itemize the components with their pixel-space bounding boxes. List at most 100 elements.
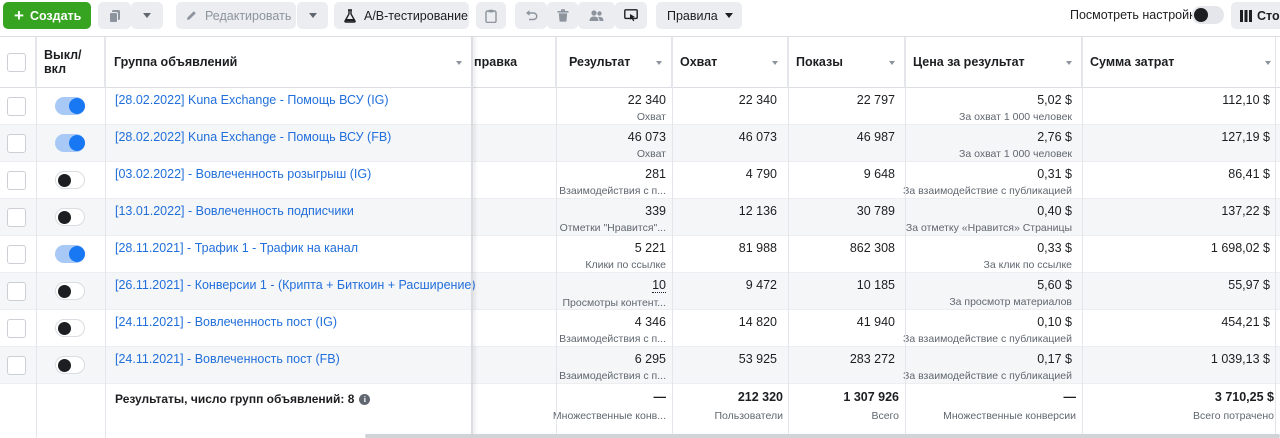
row-checkbox[interactable]: [7, 356, 26, 375]
header-last-edit[interactable]: яя правка: [473, 37, 556, 87]
duplicate-button[interactable]: [98, 2, 131, 29]
edit-dropdown-button[interactable]: [297, 2, 328, 29]
edit-button[interactable]: Редактировать: [176, 2, 296, 29]
table-row[interactable]: [24.11.2021] - Вовлеченность пост (FB) 6 …: [0, 347, 1280, 384]
cost-per-result-cell-value: 0,40 $: [1037, 204, 1072, 218]
impressions-cell-value: 22 797: [856, 93, 895, 107]
reach-cell: 14 820: [739, 315, 777, 329]
toggle-knob: [58, 174, 71, 187]
header-ad-set-name[interactable]: Группа объявлений: [105, 37, 472, 87]
row-checkbox[interactable]: [7, 171, 26, 190]
header-amount-spent[interactable]: Сумма затрат: [1082, 37, 1280, 87]
summary-impressions-cell: 1 307 926 Всего: [843, 390, 899, 422]
result-cell-value: 46 073: [627, 130, 666, 144]
toolbar: + Создать Редактировать A/B-тестирование…: [0, 0, 1280, 36]
select-all-checkbox[interactable]: [7, 52, 26, 72]
result-cell: 339 Отметки "Нравится"...: [560, 204, 666, 234]
header-onoff[interactable]: Выкл/ вкл: [36, 37, 105, 87]
horizontal-scrollbar[interactable]: [365, 434, 1280, 438]
ad-set-name-link[interactable]: [28.02.2022] Kuna Exchange - Помощь ВСУ …: [115, 130, 391, 144]
audience-button[interactable]: [578, 2, 615, 29]
ad-set-status-toggle[interactable]: [55, 134, 85, 152]
duplicate-dropdown-button[interactable]: [131, 2, 163, 29]
result-cell-value: 6 295: [634, 352, 666, 366]
ad-set-status-toggle[interactable]: [55, 97, 85, 115]
row-checkbox[interactable]: [7, 282, 26, 301]
result-cell: 5 221 Клики по ссылке: [585, 241, 666, 271]
undo-button[interactable]: [515, 2, 547, 29]
frozen-columns-divider: [471, 37, 473, 438]
amount-spent-cell: 127,19 $: [1221, 130, 1270, 144]
impressions-cell-value: 862 308: [849, 241, 895, 255]
ad-set-status-toggle[interactable]: [55, 208, 85, 226]
ad-set-status-toggle[interactable]: [55, 356, 85, 374]
summary-reach-value: 212 320: [737, 390, 783, 404]
undo-icon: [525, 10, 537, 21]
result-cell-value: 4 346: [634, 315, 666, 329]
table-row[interactable]: [26.11.2021] - Конверсии 1 - (Крипта + Б…: [0, 273, 1280, 310]
result-cell-caption: Отметки "Нравится"...: [559, 222, 666, 234]
reach-cell-value: 22 340: [738, 93, 777, 107]
reach-cell: 9 472: [746, 278, 777, 292]
columns-button[interactable]: Сто: [1231, 2, 1280, 29]
ad-set-name-link[interactable]: [13.01.2022] - Вовлеченность подписчики: [115, 204, 354, 218]
table-header: Выкл/ вкл Группа объявлений яя правка Ре…: [0, 37, 1280, 88]
flask-icon: [344, 8, 356, 23]
ad-set-name-link[interactable]: [24.11.2021] - Вовлеченность пост (IG): [115, 315, 337, 329]
ad-set-status-toggle[interactable]: [55, 245, 85, 263]
cost-per-result-cell-value: 0,33 $: [1037, 241, 1072, 255]
row-checkbox[interactable]: [7, 319, 26, 338]
summary-cost-caption: Множественные конверсии: [943, 410, 1076, 422]
preview-button[interactable]: [615, 2, 647, 29]
column-divider: [36, 37, 37, 438]
reach-cell: 81 988: [739, 241, 777, 255]
toggle-knob: [69, 246, 85, 262]
info-icon[interactable]: i: [359, 393, 371, 405]
summary-impressions-caption: Всего: [871, 410, 899, 422]
table-row[interactable]: [13.01.2022] - Вовлеченность подписчики 3…: [0, 199, 1280, 236]
table-row[interactable]: [03.02.2022] - Вовлеченность розыгрыш (I…: [0, 162, 1280, 199]
result-cell-value: 10: [652, 278, 666, 293]
impressions-cell: 862 308: [850, 241, 895, 255]
header-impressions[interactable]: Показы: [788, 37, 905, 87]
table-row[interactable]: [28.02.2022] Kuna Exchange - Помощь ВСУ …: [0, 88, 1280, 125]
header-result[interactable]: Результат: [556, 37, 672, 87]
amount-spent-cell-value: 1 698,02 $: [1210, 241, 1270, 255]
ad-set-status-toggle[interactable]: [55, 282, 85, 300]
row-checkbox[interactable]: [7, 208, 26, 227]
chevron-down-icon: [143, 13, 151, 18]
view-settings-toggle[interactable]: [1192, 6, 1224, 24]
table-row[interactable]: [28.02.2022] Kuna Exchange - Помощь ВСУ …: [0, 125, 1280, 162]
ad-set-name-link[interactable]: [03.02.2022] - Вовлеченность розыгрыш (I…: [115, 167, 371, 181]
header-cost-label: Цена за результат: [913, 55, 1025, 69]
ad-set-name-link[interactable]: [26.11.2021] - Конверсии 1 - (Крипта + Б…: [115, 278, 476, 292]
row-checkbox[interactable]: [7, 97, 26, 116]
table-row[interactable]: [24.11.2021] - Вовлеченность пост (IG) 4 …: [0, 310, 1280, 347]
row-checkbox[interactable]: [7, 134, 26, 153]
row-checkbox[interactable]: [7, 245, 26, 264]
header-reach[interactable]: Охват: [672, 37, 788, 87]
ad-set-name-link[interactable]: [28.02.2022] Kuna Exchange - Помощь ВСУ …: [115, 93, 389, 107]
rules-dropdown[interactable]: Правила: [656, 2, 742, 29]
create-button[interactable]: + Создать: [3, 2, 91, 29]
reach-cell-value: 14 820: [738, 315, 777, 329]
ad-set-status-toggle[interactable]: [55, 319, 85, 337]
amount-spent-cell: 55,97 $: [1228, 278, 1270, 292]
delete-button[interactable]: [547, 2, 578, 29]
impressions-cell: 10 185: [857, 278, 895, 292]
ab-test-button[interactable]: A/B-тестирование: [334, 2, 469, 29]
impressions-cell-value: 46 987: [856, 130, 895, 144]
table-row[interactable]: [28.11.2021] - Трафик 1 - Трафик на кана…: [0, 236, 1280, 273]
header-cost-per-result[interactable]: Цена за результат: [905, 37, 1082, 87]
amount-spent-cell-value: 137,22 $: [1221, 204, 1270, 218]
impressions-cell: 22 797: [857, 93, 895, 107]
ad-set-name-link[interactable]: [24.11.2021] - Вовлеченность пост (FB): [115, 352, 340, 366]
ad-set-name-link[interactable]: [28.11.2021] - Трафик 1 - Трафик на кана…: [115, 241, 358, 255]
ad-set-status-toggle[interactable]: [55, 171, 85, 189]
impressions-cell-value: 283 272: [849, 352, 895, 366]
edit-button-label: Редактировать: [205, 8, 292, 23]
toggle-knob: [58, 322, 71, 335]
summary-spent-value: 3 710,25 $: [1214, 390, 1274, 404]
amount-spent-cell-value: 127,19 $: [1221, 130, 1270, 144]
clipboard-button[interactable]: [476, 2, 506, 29]
